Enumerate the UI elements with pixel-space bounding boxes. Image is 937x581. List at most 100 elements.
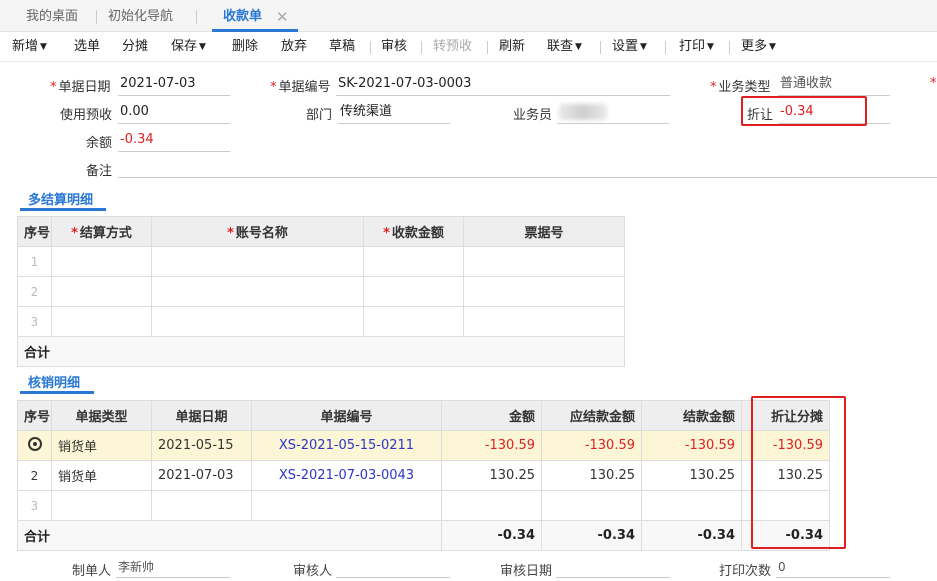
doc-no-link[interactable]: XS-2021-05-15-0211 — [251, 430, 442, 461]
table-row: 1 — [17, 246, 625, 277]
maker-field: 李新帅 — [116, 558, 230, 578]
to-prepay-button[interactable]: 转预收 — [433, 32, 472, 62]
tab-desktop[interactable]: 我的桌面 — [26, 0, 78, 32]
col-header: * 账号名称 — [151, 216, 364, 247]
balance-field[interactable]: -0.34 — [118, 130, 230, 152]
table-cell[interactable] — [463, 306, 625, 337]
save-button[interactable]: 保存 ▼ — [171, 32, 206, 62]
link-query-button[interactable]: 联查 ▼ — [547, 32, 582, 62]
doc-type-cell — [51, 490, 152, 521]
doc-no-field[interactable]: SK-2021-07-03-0003 — [336, 74, 670, 96]
required-mark: * — [71, 226, 78, 241]
col-header: 单据日期 — [151, 400, 252, 431]
table-cell[interactable] — [151, 306, 364, 337]
row-index: 1 — [17, 246, 52, 277]
table-row[interactable]: 销货单 2021-05-15 XS-2021-05-15-0211 -130.5… — [17, 430, 830, 461]
toolbar-divider — [487, 41, 488, 54]
biz-type-label: * 业务类型 — [710, 76, 771, 95]
table-row: 2 — [17, 276, 625, 307]
doc-date-cell — [151, 490, 252, 521]
total-paid: -0.34 — [641, 520, 742, 551]
row-index: 3 — [17, 306, 52, 337]
tab-init-guide[interactable]: 初始化导航 — [108, 0, 173, 32]
row-index: 2 — [17, 460, 52, 491]
col-header: 票据号 — [463, 216, 625, 247]
delete-button[interactable]: 删除 — [232, 32, 258, 62]
row-index: 3 — [17, 490, 52, 521]
tab-receipt[interactable]: 收款单 — [223, 0, 262, 32]
doc-no-link[interactable]: XS-2021-07-03-0043 — [251, 460, 442, 491]
salesman-label: 业务员 — [513, 108, 553, 123]
abandon-button[interactable]: 放弃 — [281, 32, 307, 62]
col-header-text: 收款金额 — [391, 226, 444, 241]
paid-cell[interactable]: 130.25 — [641, 460, 742, 491]
note-label: 备注 — [86, 164, 113, 179]
doc-no-label: * 单据编号 — [270, 76, 331, 95]
balance-label: 余额 — [86, 136, 113, 151]
verify-table: 序号 单据类型 单据日期 单据编号 金额 应结款金额 结款金额 折让分摊 销货单… — [17, 400, 830, 551]
draft-button[interactable]: 草稿 — [329, 32, 355, 62]
save-label: 保存 — [171, 39, 198, 54]
new-button[interactable]: 新增 ▼ — [12, 32, 47, 62]
dept-field[interactable]: 传统渠道 — [338, 102, 450, 124]
chevron-down-icon: ▼ — [40, 42, 47, 52]
doc-type-cell: 销货单 — [51, 430, 152, 461]
chevron-down-icon: ▼ — [575, 42, 582, 52]
more-label: 更多 — [741, 39, 768, 54]
col-header-text: 账号名称 — [235, 226, 288, 241]
table-cell[interactable] — [463, 246, 625, 277]
amount-cell: -130.59 — [441, 430, 542, 461]
total-due: -0.34 — [541, 520, 642, 551]
settings-button[interactable]: 设置 ▼ — [612, 32, 647, 62]
more-button[interactable]: 更多 ▼ — [741, 32, 776, 62]
row-settings[interactable] — [17, 430, 52, 461]
total-row: 合计 — [17, 336, 625, 367]
table-cell[interactable] — [51, 246, 152, 277]
total-label: 合计 — [17, 336, 625, 367]
table-cell[interactable] — [51, 306, 152, 337]
settle-section-title: 多结算明细 — [28, 193, 94, 208]
table-cell[interactable] — [151, 276, 364, 307]
print-button[interactable]: 打印 ▼ — [679, 32, 714, 62]
total-row: 合计 -0.34 -0.34 -0.34 -0.34 — [17, 520, 830, 551]
verify-section-title: 核销明细 — [28, 376, 81, 391]
doc-no-label-text: 单据编号 — [278, 80, 331, 95]
select-button[interactable]: 选单 — [74, 32, 100, 62]
paid-cell[interactable]: -130.59 — [641, 430, 742, 461]
toolbar: 新增 ▼ 选单 分摊 保存 ▼ 删除 放弃 草稿 审核 转预收 刷新 联查 ▼ 设置 ▼… — [0, 32, 937, 62]
chevron-down-icon: ▼ — [199, 42, 206, 52]
biz-type-field[interactable]: 普通收款 — [778, 74, 890, 96]
table-cell[interactable] — [463, 276, 625, 307]
chevron-down-icon: ▼ — [640, 42, 647, 52]
table-cell[interactable] — [363, 246, 464, 277]
use-prepay-field[interactable]: 0.00 — [118, 102, 230, 124]
salesman-field[interactable] — [557, 102, 669, 124]
section-underline — [20, 208, 106, 211]
doc-no-link[interactable] — [251, 490, 442, 521]
print-count-label: 打印次数 — [719, 564, 772, 579]
audit-button[interactable]: 审核 — [381, 32, 407, 62]
doc-date-label-text: 单据日期 — [58, 80, 111, 95]
table-row[interactable]: 3 — [17, 490, 830, 521]
print-label: 打印 — [679, 39, 706, 54]
table-row[interactable]: 2 销货单 2021-07-03 XS-2021-07-03-0043 130.… — [17, 460, 830, 491]
chevron-down-icon: ▼ — [707, 42, 714, 52]
paid-cell[interactable] — [641, 490, 742, 521]
refresh-button[interactable]: 刷新 — [499, 32, 525, 62]
table-cell[interactable] — [363, 276, 464, 307]
required-mark: * — [930, 76, 937, 91]
note-field[interactable] — [118, 156, 937, 178]
chevron-down-icon: ▼ — [769, 42, 776, 52]
table-cell[interactable] — [51, 276, 152, 307]
table-cell[interactable] — [151, 246, 364, 277]
doc-date-field[interactable]: 2021-07-03 — [118, 74, 230, 96]
split-button[interactable]: 分摊 — [122, 32, 148, 62]
toolbar-divider — [600, 41, 601, 54]
settings-label: 设置 — [612, 39, 639, 54]
gear-icon[interactable] — [27, 437, 42, 451]
audit-date-label: 审核日期 — [500, 564, 553, 579]
doc-date-label: * 单据日期 — [50, 76, 111, 95]
col-header: * 收款金额 — [363, 216, 464, 247]
col-header: 应结款金额 — [541, 400, 642, 431]
table-cell[interactable] — [363, 306, 464, 337]
